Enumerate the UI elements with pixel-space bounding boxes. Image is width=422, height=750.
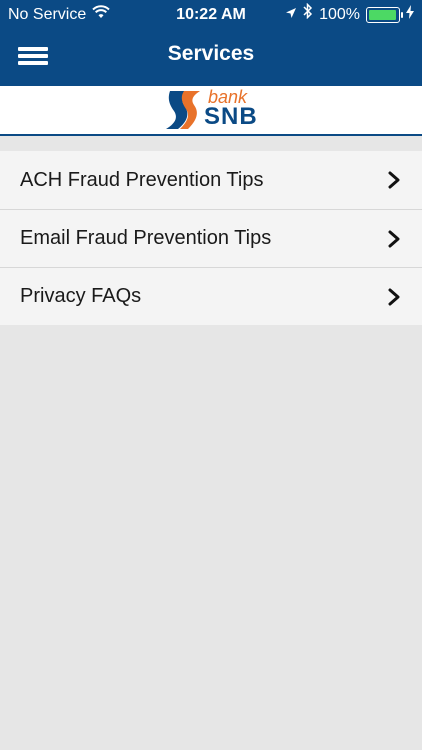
bank-snb-logo: bank SNB: [164, 87, 264, 131]
app-root: No Service 10:22 AM 100% Services bank S…: [0, 0, 422, 750]
list-item-email-fraud-tips[interactable]: Email Fraud Prevention Tips: [0, 209, 422, 267]
chevron-right-icon: [386, 287, 402, 307]
status-right-group: 100%: [285, 0, 414, 30]
list-item-label: Email Fraud Prevention Tips: [20, 227, 272, 249]
list-item-privacy-faqs[interactable]: Privacy FAQs: [0, 267, 422, 325]
location-arrow-icon: [285, 0, 297, 30]
battery-percent: 100%: [319, 6, 360, 23]
list-item-label: Privacy FAQs: [20, 285, 142, 307]
battery-icon: [366, 7, 403, 23]
chevron-right-icon: [386, 229, 402, 249]
page-title: Services: [167, 42, 255, 65]
logo-snb-text: SNB: [204, 103, 258, 130]
services-list: ACH Fraud Prevention Tips Email Fraud Pr…: [0, 151, 422, 325]
list-item-label: ACH Fraud Prevention Tips: [20, 168, 264, 191]
charging-icon: [406, 0, 414, 30]
bluetooth-icon: [303, 0, 313, 30]
top-bar: No Service 10:22 AM 100% Services: [0, 0, 422, 86]
snb-logo-mark-icon: [166, 91, 200, 129]
status-bar: No Service 10:22 AM 100%: [0, 0, 422, 30]
logo-strip: bank SNB: [0, 86, 422, 136]
nav-bar: Services: [0, 30, 422, 86]
list-item-ach-fraud-tips[interactable]: ACH Fraud Prevention Tips: [0, 151, 422, 209]
chevron-right-icon: [386, 170, 402, 190]
